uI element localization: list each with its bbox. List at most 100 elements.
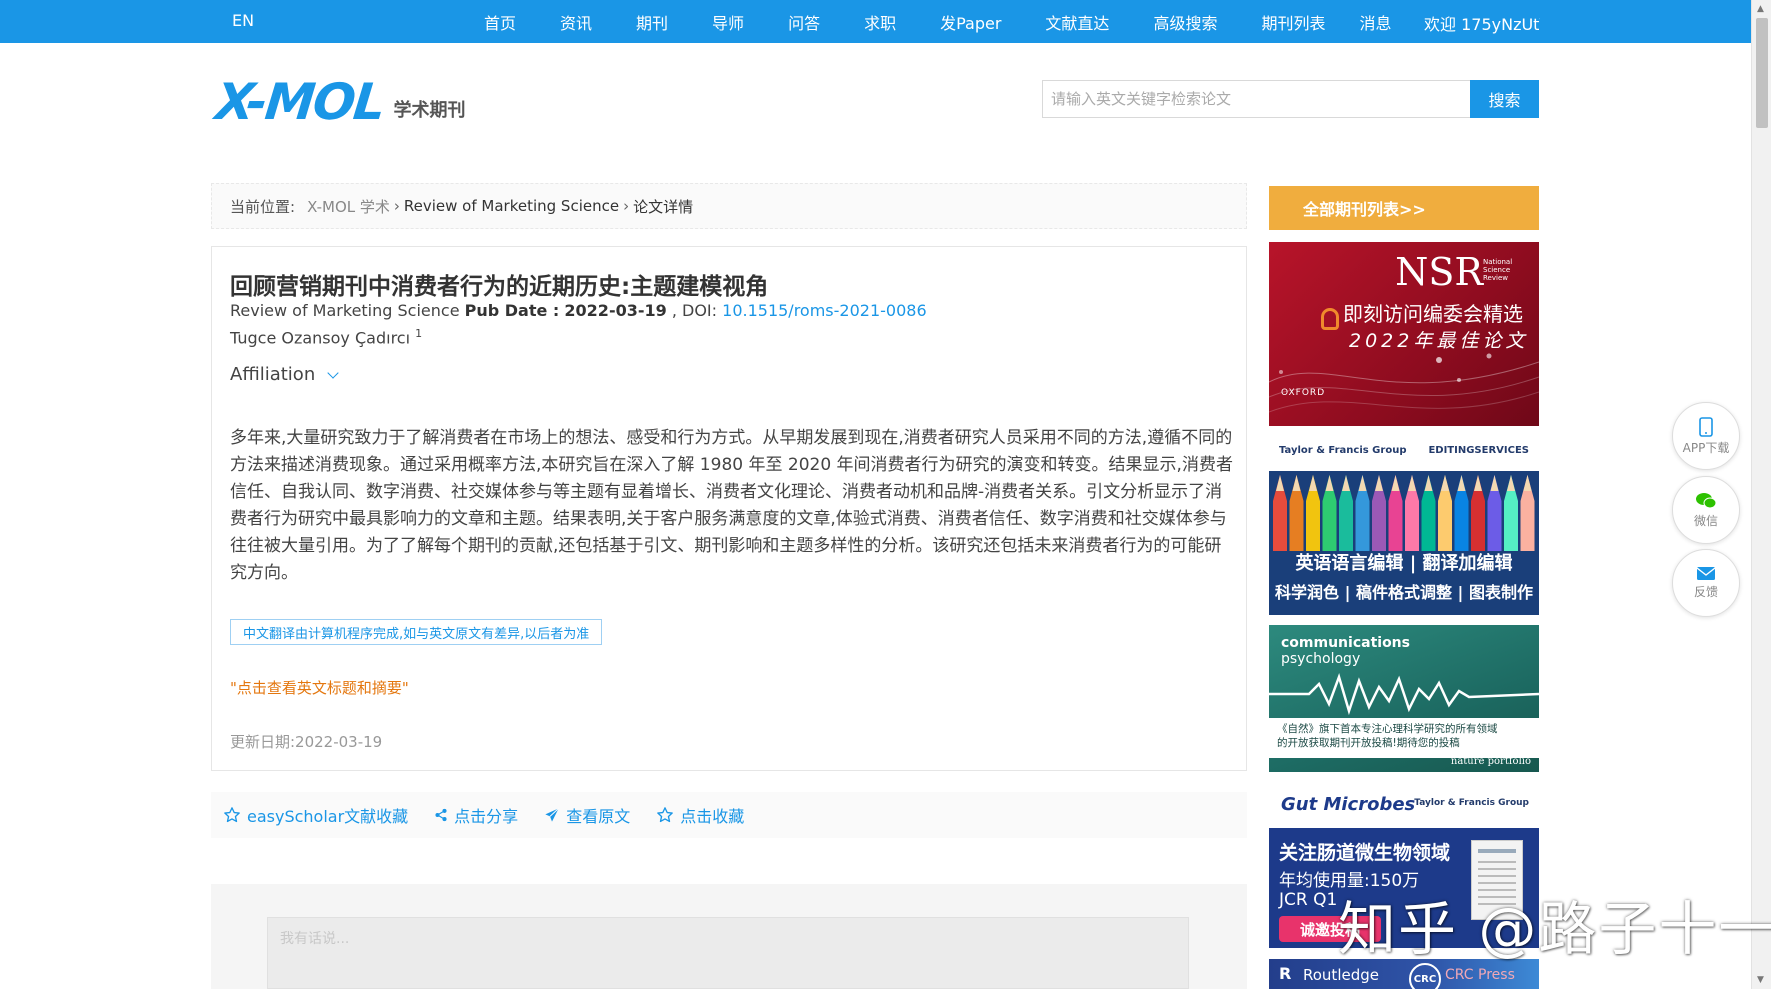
breadcrumb: 当前位置: X-MOL 学术 › Review of Marketing Sci… (211, 183, 1247, 229)
nav-journal-list[interactable]: 期刊列表 (1261, 10, 1325, 34)
comm-psych-line1: 《自然》旗下首本专注心理科学研究的所有领域 (1277, 723, 1498, 735)
wechat-button[interactable]: 微信 (1672, 476, 1740, 544)
comm-psych-subtitle: psychology (1281, 651, 1361, 667)
wechat-icon (1696, 492, 1717, 508)
article-actions: easyScholar文献收藏 点击分享 查看原文 点击收藏 (211, 792, 1247, 838)
comm-psych-title: communications (1281, 635, 1410, 651)
doi-label: , DOI: (671, 301, 718, 320)
scroll-down-icon[interactable]: ▼ (1757, 975, 1764, 985)
easyscholar-button[interactable]: easyScholar文献收藏 (223, 803, 408, 827)
search-button[interactable]: 搜索 (1470, 80, 1539, 118)
comment-section: 我有话说... (211, 884, 1247, 989)
editing-ad-line1: 英语语言编辑 | 翻译加编辑 (1295, 553, 1513, 574)
article-panel: 回顾营销期刊中消费者行为的近期历史:主题建模视角 Review of Marke… (211, 246, 1247, 771)
nsr-ad-line1: 即刻访问编委会精选 (1343, 302, 1523, 326)
editing-ad-line2: 科学润色 | 稿件格式调整 | 图表制作 (1275, 583, 1533, 602)
affiliation-toggle[interactable]: Affiliation (230, 364, 339, 385)
easyscholar-label: easyScholar文献收藏 (247, 807, 409, 826)
page-scrollbar[interactable]: ▲ ▼ (1751, 0, 1771, 989)
top-navbar: EN 首页 资讯 期刊 导师 问答 求职 发Paper 文献直达 高级搜索 期刊… (0, 0, 1751, 43)
crc-press-logo: CRC Press (1445, 967, 1515, 983)
nav-news[interactable]: 资讯 (560, 10, 592, 34)
search-input[interactable] (1042, 80, 1470, 118)
user-welcome[interactable]: 欢迎 175yNzUtY (1424, 11, 1540, 35)
breadcrumb-journal[interactable]: Review of Marketing Science (404, 197, 619, 215)
affiliation-label: Affiliation (230, 364, 316, 385)
nav-messages[interactable]: 消息 (1359, 10, 1391, 34)
nav-paper[interactable]: 发Paper (940, 10, 1001, 34)
author-affiliation-number: 1 (415, 327, 423, 340)
app-download-label: APP下载 (1682, 440, 1730, 455)
star-icon (224, 807, 240, 823)
breadcrumb-separator: › (393, 197, 400, 215)
editing-services-logo: EDITINGSERVICES (1428, 445, 1529, 456)
nav-home[interactable]: 首页 (484, 10, 516, 34)
show-english-link[interactable]: "点击查看英文标题和摘要" (230, 677, 409, 698)
article-title: 回顾营销期刊中消费者行为的近期历史:主题建模视角 (230, 274, 769, 300)
author-name[interactable]: Tugce Ozansoy Çadırcı (230, 328, 410, 347)
pub-date-label: Pub Date : (464, 301, 560, 320)
taylor-francis-logo: Taylor & Francis Group (1414, 798, 1529, 808)
nav-journals[interactable]: 期刊 (636, 10, 668, 34)
nav-advanced-search[interactable]: 高级搜索 (1153, 10, 1217, 34)
taylor-francis-logo: Taylor & Francis Group (1279, 445, 1407, 456)
chevron-down-icon (327, 366, 339, 379)
doi-link[interactable]: 10.1515/roms-2021-0086 (722, 301, 926, 320)
nsr-ad-banner[interactable]: NSR National Science Review 即刻访问编委会精选 20… (1269, 242, 1539, 426)
nav-jobs[interactable]: 求职 (864, 10, 896, 34)
scroll-up-icon[interactable]: ▲ (1757, 4, 1764, 14)
nav-doc-direct[interactable]: 文献直达 (1045, 10, 1109, 34)
favorite-button[interactable]: 点击收藏 (656, 803, 744, 827)
nav-mentors[interactable]: 导师 (712, 10, 744, 34)
language-switch[interactable]: EN (232, 11, 254, 30)
phone-icon (1699, 416, 1713, 437)
editing-services-ad[interactable]: Taylor & Francis Group EDITINGSERVICES 英… (1269, 437, 1539, 615)
translation-notice: 中文翻译由计算机程序完成,如与英文原文有差异,以后者为准 (230, 619, 603, 645)
routledge-r-icon: R (1279, 964, 1292, 983)
breadcrumb-current: 论文详情 (633, 197, 694, 216)
communications-psychology-ad[interactable]: communications psychology 《自然》旗下首本专注心理科学… (1269, 625, 1539, 772)
crc-logo: CRC (1409, 963, 1441, 989)
article-meta: Review of Marketing Science Pub Date : 2… (230, 301, 927, 320)
favorite-label: 点击收藏 (680, 807, 745, 826)
view-original-button[interactable]: 查看原文 (544, 803, 630, 827)
gut-ad-line3: JCR Q1 (1279, 890, 1338, 910)
gut-microbes-title: Gut Microbes (1281, 794, 1416, 815)
site-logo[interactable]: X-MOL 学术期刊 (212, 73, 466, 131)
gut-ad-line1: 关注肠道微生物领域 (1279, 842, 1451, 864)
comment-input[interactable]: 我有话说... (267, 917, 1189, 989)
pub-date: 2022-03-19 (564, 301, 667, 320)
pencils-graphic (1273, 475, 1535, 551)
breadcrumb-label: 当前位置: (230, 197, 296, 216)
nature-portfolio-logo: nature portfolio (1450, 756, 1531, 767)
oxford-logo: OXFORD (1281, 388, 1326, 398)
wave-graphic (1269, 353, 1539, 413)
send-icon (545, 807, 560, 822)
share-button[interactable]: 点击分享 (434, 803, 518, 827)
nsr-subtitle: National Science Review (1483, 258, 1513, 282)
breadcrumb-home[interactable]: X-MOL 学术 (307, 196, 390, 217)
nsr-logo: NSR (1395, 250, 1483, 294)
star-icon (657, 807, 674, 823)
updated-date: 更新日期:2022-03-19 (230, 733, 383, 751)
search-bar: 搜索 (1042, 80, 1539, 118)
share-label: 点击分享 (454, 807, 519, 826)
all-journals-button[interactable]: 全部期刊列表>> (1269, 186, 1539, 230)
app-download-button[interactable]: APP下载 (1672, 402, 1740, 470)
feedback-button[interactable]: 反馈 (1672, 549, 1740, 617)
routledge-logo: Routledge (1303, 966, 1379, 984)
logo-mark: X-MOL (212, 73, 387, 131)
comm-psych-line2: 的开放获取期刊开放投稿!期待您的投稿 (1277, 737, 1460, 749)
open-access-icon (1321, 308, 1339, 330)
view-original-label: 查看原文 (566, 807, 631, 826)
scrollbar-thumb[interactable] (1756, 18, 1768, 128)
breadcrumb-separator: › (623, 197, 630, 215)
article-abstract: 多年来,大量研究致力于了解消费者在市场上的想法、感受和行为方式。从早期发展到现在… (230, 428, 1233, 583)
main-nav: 首页 资讯 期刊 导师 问答 求职 发Paper 文献直达 高级搜索 期刊列表 … (468, 0, 1391, 43)
journal-name[interactable]: Review of Marketing Science (230, 301, 460, 320)
nav-qa[interactable]: 问答 (788, 10, 820, 34)
wechat-label: 微信 (1693, 513, 1718, 528)
logo-subtitle: 学术期刊 (393, 100, 466, 121)
feedback-label: 反馈 (1693, 585, 1718, 599)
share-icon (435, 808, 447, 822)
